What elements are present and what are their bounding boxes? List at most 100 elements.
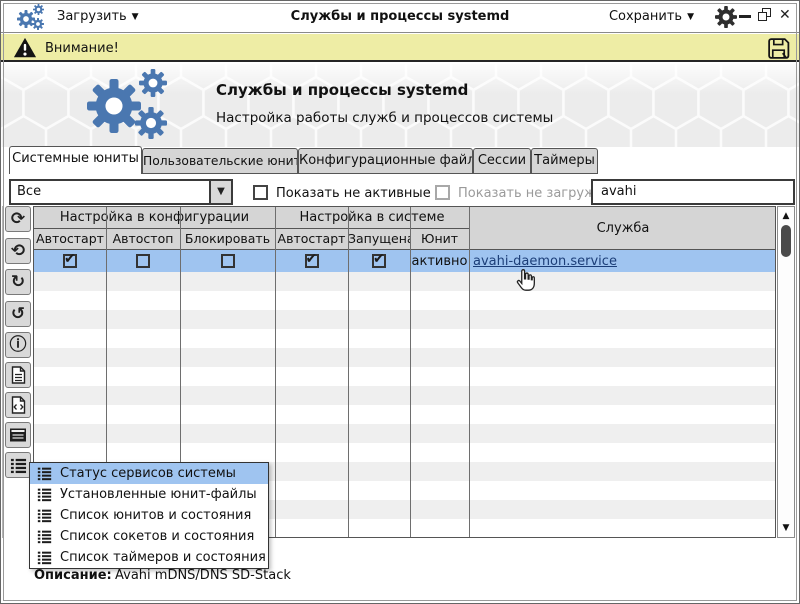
info-button[interactable]: ⓘ [5, 332, 31, 358]
column-header-autostart-config: Автостарт [34, 229, 106, 250]
column-header-unit: Юнит [410, 229, 469, 250]
block-config-checkbox[interactable] [221, 254, 235, 268]
scroll-up-arrow-icon[interactable]: ▲ [778, 209, 794, 223]
bullet-list-icon [37, 550, 52, 565]
services-menu-icon [10, 457, 27, 474]
column-divider [275, 207, 276, 537]
scrollbar-thumb[interactable] [781, 225, 791, 257]
menu-item-label: Список таймеров и состояния [60, 550, 266, 565]
warning-label: Внимание! [45, 41, 119, 56]
description-value: Avahi mDNS/DNS SD-Stack [115, 568, 291, 583]
tab-sessions[interactable]: Сессии [473, 148, 531, 174]
banner-title: Службы и процессы systemd [216, 81, 468, 99]
menu-item-units-list[interactable]: Список юнитов и состояния [30, 505, 268, 526]
column-divider [410, 207, 411, 537]
console-list-button[interactable] [5, 422, 31, 448]
column-header-autostart-system: Автостарт [275, 229, 348, 250]
services-menu-button[interactable] [5, 452, 31, 478]
menu-item-label: Установленные юнит-файлы [60, 487, 257, 502]
document-icon [10, 366, 27, 384]
document-code-button[interactable] [5, 392, 31, 418]
undo-button[interactable]: ↺ [5, 301, 31, 327]
chevron-down-icon: ▼ [687, 12, 694, 22]
redo-icon: ↻ [11, 274, 25, 291]
restore-button[interactable] [758, 8, 772, 22]
document-code-icon [10, 396, 27, 414]
show-inactive-checkbox[interactable] [253, 185, 268, 200]
combobox-dropdown-button[interactable]: ▼ [209, 181, 231, 203]
app-window: Загрузить▼ Службы и процессы systemd Сох… [0, 0, 800, 604]
document-button[interactable] [5, 362, 31, 388]
service-link[interactable]: avahi-daemon.service [469, 254, 617, 269]
column-divider [469, 207, 470, 537]
autostart-config-checkbox[interactable] [63, 254, 77, 268]
cell-block-config [180, 250, 275, 272]
unit-status-badge: активно [412, 254, 468, 269]
warning-triangle-icon [13, 36, 37, 60]
vertical-scrollbar[interactable]: ▲ ▼ [777, 206, 795, 538]
save-floppy-icon[interactable] [766, 36, 791, 61]
category-value: Все [17, 184, 41, 199]
column-divider [348, 207, 349, 537]
tab-config-files[interactable]: Конфигурационные файлы [298, 148, 473, 174]
cell-autostart-system [275, 250, 348, 272]
menu-item-timers-list[interactable]: Список таймеров и состояния [30, 547, 268, 568]
banner-subtitle: Настройка работы служб и процессов систе… [216, 110, 553, 126]
banner: Службы и процессы systemd Настройка рабо… [1, 64, 799, 147]
cell-autostart-config [34, 250, 106, 272]
menu-item-service-status[interactable]: Статус сервисов системы [30, 463, 268, 484]
group-header-config: Настройка в конфигурации [34, 207, 275, 229]
menu-item-label: Список юнитов и состояния [60, 508, 251, 523]
history-restore-button[interactable]: ⟲ [5, 238, 31, 264]
search-value: avahi [601, 184, 636, 199]
column-header-running: Запущена [348, 229, 410, 250]
restore-icon [758, 12, 767, 21]
toolbar-groove [2, 206, 4, 538]
save-label: Сохранить [609, 9, 682, 24]
menu-item-label: Список сокетов и состояния [60, 529, 254, 544]
close-button[interactable]: ✕ [779, 7, 791, 23]
menu-item-label: Статус сервисов системы [60, 466, 236, 481]
gears-logo-icon [87, 69, 177, 141]
column-header-autostop-config: Автостоп [106, 229, 180, 250]
chevron-down-icon: ▼ [217, 186, 225, 197]
settings-gear-icon[interactable] [715, 6, 737, 28]
column-header-service: Служба [469, 207, 776, 250]
tab-system-units[interactable]: Системные юниты [9, 146, 142, 174]
search-input[interactable]: avahi [591, 179, 795, 205]
category-combobox[interactable]: Все ▼ [9, 179, 233, 205]
description-label: Описание: [34, 568, 112, 583]
show-inactive-label: Показать не активные [276, 186, 431, 201]
info-icon: ⓘ [10, 337, 27, 354]
refresh-icon: ⟳ [11, 211, 25, 228]
running-system-checkbox[interactable] [372, 254, 386, 268]
bullet-list-icon [37, 466, 52, 481]
console-list-icon [9, 427, 27, 443]
history-restore-icon: ⟲ [11, 243, 25, 260]
bullet-list-icon [37, 508, 52, 523]
cell-autostop-config [106, 250, 180, 272]
services-dropdown-menu: Статус сервисов системы Установленные юн… [29, 462, 269, 569]
tab-timers[interactable]: Таймеры [531, 148, 598, 174]
minimize-button[interactable] [739, 15, 751, 18]
redo-button[interactable]: ↻ [5, 269, 31, 295]
cell-unit-status: активно [410, 250, 469, 272]
titlebar: Загрузить▼ Службы и процессы systemd Сох… [1, 1, 799, 33]
autostart-system-checkbox[interactable] [305, 254, 319, 268]
table-row-selected[interactable]: активно avahi-daemon.service [34, 250, 775, 272]
autostop-config-checkbox[interactable] [136, 254, 150, 268]
show-unloaded-checkbox[interactable] [435, 185, 450, 200]
menu-item-sockets-list[interactable]: Список сокетов и состояния [30, 526, 268, 547]
scroll-down-arrow-icon[interactable]: ▼ [778, 521, 794, 535]
window-controls: ✕ [739, 7, 791, 25]
save-menu-button[interactable]: Сохранить ▼ [609, 9, 694, 24]
tab-strip: Системные юниты Пользовательские юниты К… [1, 146, 799, 174]
undo-icon: ↺ [11, 306, 25, 323]
bullet-list-icon [37, 487, 52, 502]
refresh-button[interactable]: ⟳ [5, 206, 31, 232]
bullet-list-icon [37, 529, 52, 544]
warning-bar: Внимание! [1, 34, 799, 62]
group-header-system: Настройка в системе [275, 207, 469, 229]
tab-user-units[interactable]: Пользовательские юниты [142, 148, 298, 174]
menu-item-installed-unit-files[interactable]: Установленные юнит-файлы [30, 484, 268, 505]
